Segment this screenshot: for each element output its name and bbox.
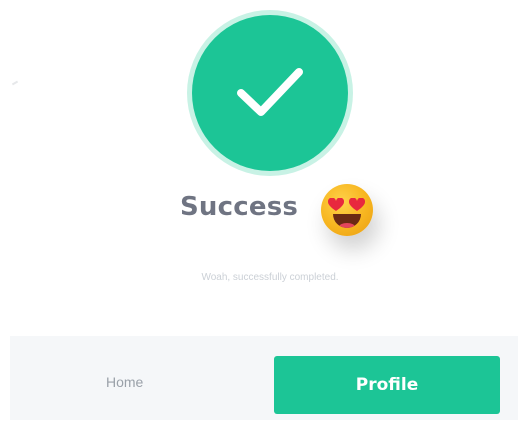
success-message: Woah, successfully completed.: [201, 272, 339, 283]
emoji-mouth: [333, 214, 361, 228]
heart-icon: [348, 197, 366, 211]
checkmark-icon: [235, 65, 305, 121]
home-button[interactable]: Home: [106, 374, 143, 390]
heart-icon: [327, 197, 345, 211]
action-bar: Home Profile: [10, 336, 518, 420]
success-badge: [192, 15, 348, 171]
success-headline: Success: [0, 182, 518, 242]
heart-eyes-emoji-icon: [321, 184, 373, 236]
profile-button[interactable]: Profile: [274, 356, 500, 414]
success-title: Success: [180, 192, 299, 222]
decorative-mark: [11, 80, 19, 86]
